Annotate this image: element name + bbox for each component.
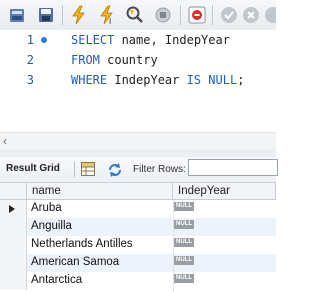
scroll-left-icon[interactable]: ‹ xyxy=(3,135,7,147)
null-badge[interactable]: NULL xyxy=(174,274,194,283)
autocommit-icon[interactable] xyxy=(262,4,276,26)
current-statement-marker-icon xyxy=(41,37,47,43)
current-row-icon xyxy=(9,205,15,213)
execute-current-icon[interactable]: I xyxy=(96,4,118,26)
row-background xyxy=(27,200,276,218)
open-file-icon[interactable] xyxy=(6,4,28,26)
sql-editor-toolbar: I xyxy=(0,0,276,31)
execute-icon[interactable] xyxy=(68,4,90,26)
null-badge[interactable]: NULL xyxy=(174,220,194,229)
table-row[interactable]: Antarctica NULL xyxy=(0,272,276,290)
column-divider xyxy=(173,200,174,292)
grid-view-icon[interactable] xyxy=(81,162,95,176)
code-line: 3 WHERE IndepYear IS NULL; xyxy=(0,70,276,90)
table-row[interactable]: Aruba NULL xyxy=(0,200,276,218)
sql-editor[interactable]: 1 SELECT name, IndepYear 2 FROM country … xyxy=(0,30,276,132)
toolbar-separator xyxy=(74,162,75,177)
row-selector[interactable] xyxy=(0,272,27,290)
result-grid-tab[interactable]: Result Grid xyxy=(6,163,60,174)
commit-icon[interactable] xyxy=(218,4,240,26)
code-line: 2 FROM country xyxy=(0,50,276,70)
line-number: 2 xyxy=(26,53,34,67)
code-text: SELECT name, IndepYear xyxy=(71,33,230,47)
row-selector[interactable] xyxy=(0,218,27,236)
row-selector[interactable] xyxy=(0,254,27,272)
code-text: WHERE IndepYear IS NULL; xyxy=(71,73,245,87)
stop-icon[interactable] xyxy=(152,4,174,26)
row-selector[interactable] xyxy=(0,236,27,254)
filter-rows-label: Filter Rows: xyxy=(133,164,186,175)
svg-text:I: I xyxy=(109,17,111,26)
null-badge[interactable]: NULL xyxy=(174,238,194,247)
refresh-icon[interactable] xyxy=(107,162,123,178)
result-toolbar: Result Grid Filter Rows: xyxy=(0,157,278,183)
code-line: 1 SELECT name, IndepYear xyxy=(0,30,276,50)
cell-name[interactable]: Netherlands Antilles xyxy=(31,238,133,250)
explain-icon[interactable] xyxy=(124,4,146,26)
line-number: 3 xyxy=(26,73,34,87)
rollback-icon[interactable] xyxy=(240,4,262,26)
code-text: FROM country xyxy=(71,53,158,67)
editor-horizontal-scrollbar[interactable]: ‹ xyxy=(0,132,276,149)
cell-name[interactable]: Antarctica xyxy=(31,274,82,286)
table-row[interactable]: Netherlands Antilles NULL xyxy=(0,236,276,254)
save-icon[interactable] xyxy=(35,4,57,26)
null-badge[interactable]: NULL xyxy=(174,256,194,265)
toggle-error-icon[interactable] xyxy=(186,4,208,26)
null-badge[interactable]: NULL xyxy=(174,202,194,211)
column-header-indepyear[interactable]: IndepYear xyxy=(173,183,276,200)
result-grid: name IndepYear Aruba NULL Anguilla NULL … xyxy=(0,183,276,292)
cell-name[interactable]: Anguilla xyxy=(31,220,72,232)
row-selector[interactable] xyxy=(0,200,27,218)
table-row[interactable]: Anguilla NULL xyxy=(0,218,276,236)
line-number: 1 xyxy=(26,33,34,47)
cell-name[interactable]: American Samoa xyxy=(31,256,119,268)
panel-splitter[interactable] xyxy=(0,149,276,157)
grid-corner[interactable] xyxy=(0,183,27,200)
column-header-name[interactable]: name xyxy=(27,183,173,200)
filter-rows-input[interactable] xyxy=(188,159,278,176)
cell-name[interactable]: Aruba xyxy=(31,202,62,214)
table-row[interactable]: American Samoa NULL xyxy=(0,254,276,272)
